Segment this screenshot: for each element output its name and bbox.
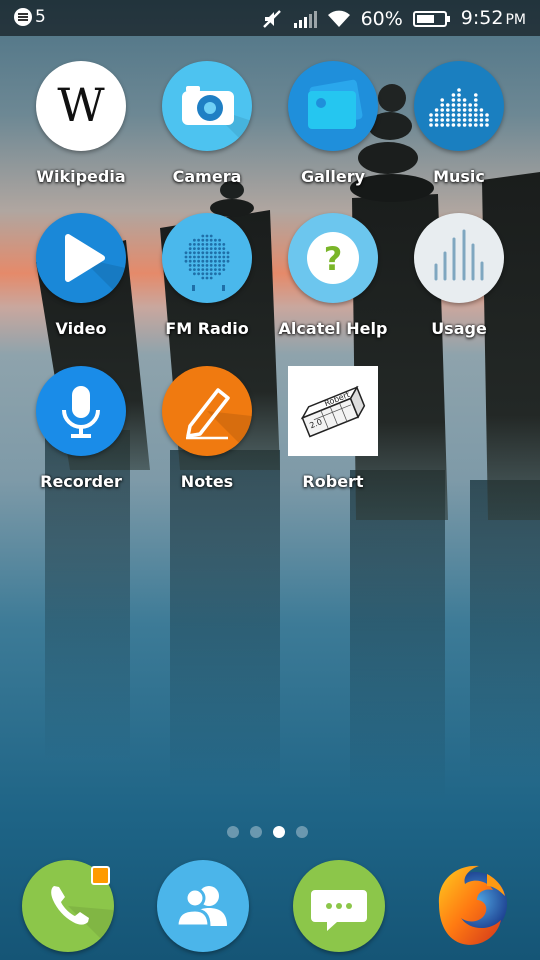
app-camera[interactable]: Camera <box>144 61 270 201</box>
music-icon <box>414 61 504 151</box>
page-dot-active[interactable] <box>273 826 285 838</box>
notification-badge <box>91 866 110 885</box>
notification-count: 5 <box>35 7 46 27</box>
page-dot[interactable] <box>250 826 262 838</box>
app-label: Video <box>55 319 107 338</box>
app-fm-radio[interactable]: FM Radio <box>144 213 270 353</box>
app-notes[interactable]: Notes <box>144 366 270 506</box>
pencil-icon <box>162 366 252 456</box>
help-icon: ? <box>288 213 378 303</box>
app-robert[interactable]: Robert 2.0 Robert <box>270 366 396 506</box>
app-label: Alcatel Help <box>278 319 388 338</box>
app-label: Wikipedia <box>36 167 126 186</box>
app-label: Usage <box>431 319 487 338</box>
battery-percent: 60% <box>360 8 403 30</box>
page-indicator[interactable] <box>227 826 308 838</box>
video-icon <box>36 213 126 303</box>
app-video[interactable]: Video <box>18 213 144 353</box>
app-label: Recorder <box>40 472 122 491</box>
page-dot[interactable] <box>227 826 239 838</box>
dock-firefox[interactable] <box>427 860 519 952</box>
microphone-icon <box>36 366 126 456</box>
app-label: Music <box>433 167 485 186</box>
app-label: Gallery <box>300 167 366 186</box>
gallery-icon <box>288 61 378 151</box>
battery-icon <box>412 11 450 27</box>
firefox-icon <box>438 865 507 945</box>
signal-icon <box>293 11 317 28</box>
app-alcatel-help[interactable]: ? Alcatel Help <box>270 213 396 353</box>
app-usage[interactable]: Usage <box>396 213 522 353</box>
app-wikipedia[interactable]: W Wikipedia <box>18 61 144 201</box>
messages-icon <box>311 890 367 931</box>
app-label: FM Radio <box>165 319 249 338</box>
notification-indicator[interactable]: 5 <box>14 7 46 27</box>
status-bar: 5 60% 9:52 PM <box>0 0 540 36</box>
eraser-icon: Robert 2.0 <box>288 366 378 456</box>
app-label: Notes <box>180 472 234 491</box>
svg-text:W: W <box>57 78 105 132</box>
page-dot[interactable] <box>296 826 308 838</box>
app-music[interactable]: Music <box>396 61 522 201</box>
wifi-icon <box>327 10 350 27</box>
usage-icon <box>414 213 504 303</box>
wikipedia-icon: W <box>36 61 126 151</box>
clock: 9:52 PM <box>460 7 526 29</box>
app-recorder[interactable]: Recorder <box>18 366 144 506</box>
notification-icon <box>14 8 32 26</box>
dock-contacts[interactable] <box>157 860 249 952</box>
camera-icon <box>162 61 252 151</box>
app-label: Robert <box>302 472 364 491</box>
mute-icon <box>262 10 281 28</box>
contacts-icon <box>175 886 227 928</box>
fm-radio-icon <box>162 213 252 303</box>
svg-text:?: ? <box>324 240 343 278</box>
dock-messages[interactable] <box>293 860 385 952</box>
app-gallery[interactable]: Gallery <box>270 61 396 201</box>
app-label: Camera <box>172 167 242 186</box>
